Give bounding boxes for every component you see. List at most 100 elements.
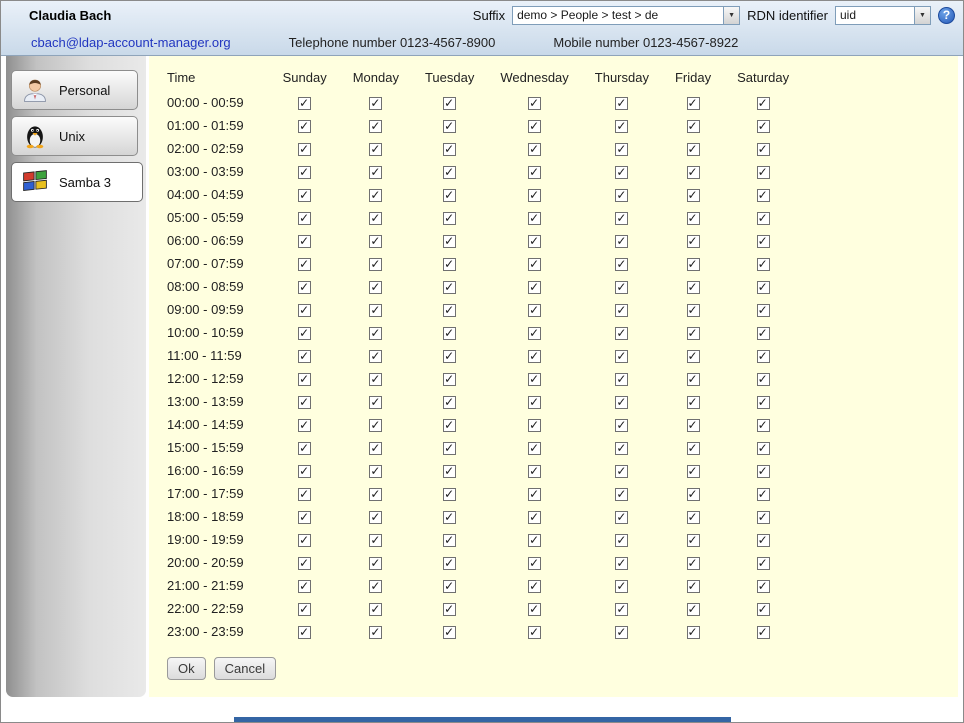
logon-hour-checkbox[interactable]: [443, 488, 456, 501]
chevron-down-icon[interactable]: ▼: [914, 7, 930, 24]
logon-hour-checkbox[interactable]: [615, 557, 628, 570]
logon-hour-checkbox[interactable]: [615, 143, 628, 156]
tab-samba3[interactable]: Samba 3: [11, 162, 143, 202]
logon-hour-checkbox[interactable]: [757, 120, 770, 133]
logon-hour-checkbox[interactable]: [757, 350, 770, 363]
logon-hour-checkbox[interactable]: [687, 120, 700, 133]
logon-hour-checkbox[interactable]: [615, 350, 628, 363]
logon-hour-checkbox[interactable]: [443, 557, 456, 570]
logon-hour-checkbox[interactable]: [443, 258, 456, 271]
logon-hour-checkbox[interactable]: [369, 189, 382, 202]
logon-hour-checkbox[interactable]: [615, 488, 628, 501]
logon-hour-checkbox[interactable]: [369, 626, 382, 639]
logon-hour-checkbox[interactable]: [687, 97, 700, 110]
logon-hour-checkbox[interactable]: [528, 488, 541, 501]
logon-hour-checkbox[interactable]: [369, 350, 382, 363]
logon-hour-checkbox[interactable]: [757, 488, 770, 501]
suffix-select[interactable]: demo > People > test > de ▼: [512, 6, 740, 25]
logon-hour-checkbox[interactable]: [757, 373, 770, 386]
logon-hour-checkbox[interactable]: [757, 212, 770, 225]
logon-hour-checkbox[interactable]: [687, 143, 700, 156]
logon-hour-checkbox[interactable]: [298, 626, 311, 639]
logon-hour-checkbox[interactable]: [443, 304, 456, 317]
logon-hour-checkbox[interactable]: [443, 603, 456, 616]
logon-hour-checkbox[interactable]: [615, 189, 628, 202]
logon-hour-checkbox[interactable]: [615, 327, 628, 340]
rdn-select[interactable]: uid ▼: [835, 6, 931, 25]
cancel-button[interactable]: Cancel: [214, 657, 276, 680]
logon-hour-checkbox[interactable]: [528, 143, 541, 156]
logon-hour-checkbox[interactable]: [687, 488, 700, 501]
logon-hour-checkbox[interactable]: [687, 534, 700, 547]
logon-hour-checkbox[interactable]: [443, 373, 456, 386]
logon-hour-checkbox[interactable]: [615, 304, 628, 317]
logon-hour-checkbox[interactable]: [757, 534, 770, 547]
chevron-down-icon[interactable]: ▼: [723, 7, 739, 24]
logon-hour-checkbox[interactable]: [298, 212, 311, 225]
logon-hour-checkbox[interactable]: [687, 166, 700, 179]
logon-hour-checkbox[interactable]: [369, 465, 382, 478]
logon-hour-checkbox[interactable]: [687, 603, 700, 616]
logon-hour-checkbox[interactable]: [615, 534, 628, 547]
logon-hour-checkbox[interactable]: [369, 488, 382, 501]
logon-hour-checkbox[interactable]: [298, 557, 311, 570]
logon-hour-checkbox[interactable]: [615, 258, 628, 271]
logon-hour-checkbox[interactable]: [687, 396, 700, 409]
logon-hour-checkbox[interactable]: [298, 304, 311, 317]
logon-hour-checkbox[interactable]: [615, 97, 628, 110]
logon-hour-checkbox[interactable]: [687, 442, 700, 455]
logon-hour-checkbox[interactable]: [757, 626, 770, 639]
logon-hour-checkbox[interactable]: [615, 396, 628, 409]
logon-hour-checkbox[interactable]: [369, 557, 382, 570]
logon-hour-checkbox[interactable]: [757, 511, 770, 524]
logon-hour-checkbox[interactable]: [528, 603, 541, 616]
logon-hour-checkbox[interactable]: [443, 396, 456, 409]
logon-hour-checkbox[interactable]: [443, 97, 456, 110]
logon-hour-checkbox[interactable]: [528, 120, 541, 133]
logon-hour-checkbox[interactable]: [757, 603, 770, 616]
logon-hour-checkbox[interactable]: [615, 120, 628, 133]
logon-hour-checkbox[interactable]: [615, 465, 628, 478]
logon-hour-checkbox[interactable]: [757, 166, 770, 179]
logon-hour-checkbox[interactable]: [528, 258, 541, 271]
logon-hour-checkbox[interactable]: [298, 603, 311, 616]
logon-hour-checkbox[interactable]: [528, 304, 541, 317]
logon-hour-checkbox[interactable]: [757, 258, 770, 271]
logon-hour-checkbox[interactable]: [369, 235, 382, 248]
logon-hour-checkbox[interactable]: [615, 442, 628, 455]
logon-hour-checkbox[interactable]: [369, 534, 382, 547]
help-icon[interactable]: ?: [938, 7, 955, 24]
logon-hour-checkbox[interactable]: [369, 166, 382, 179]
logon-hour-checkbox[interactable]: [528, 557, 541, 570]
logon-hour-checkbox[interactable]: [757, 327, 770, 340]
logon-hour-checkbox[interactable]: [369, 373, 382, 386]
logon-hour-checkbox[interactable]: [528, 373, 541, 386]
logon-hour-checkbox[interactable]: [528, 626, 541, 639]
logon-hour-checkbox[interactable]: [443, 511, 456, 524]
logon-hour-checkbox[interactable]: [528, 465, 541, 478]
logon-hour-checkbox[interactable]: [615, 419, 628, 432]
logon-hour-checkbox[interactable]: [687, 465, 700, 478]
logon-hour-checkbox[interactable]: [369, 281, 382, 294]
logon-hour-checkbox[interactable]: [298, 396, 311, 409]
logon-hour-checkbox[interactable]: [443, 350, 456, 363]
logon-hour-checkbox[interactable]: [757, 189, 770, 202]
logon-hour-checkbox[interactable]: [369, 419, 382, 432]
logon-hour-checkbox[interactable]: [615, 603, 628, 616]
logon-hour-checkbox[interactable]: [369, 97, 382, 110]
logon-hour-checkbox[interactable]: [443, 189, 456, 202]
logon-hour-checkbox[interactable]: [369, 212, 382, 225]
logon-hour-checkbox[interactable]: [369, 396, 382, 409]
logon-hour-checkbox[interactable]: [615, 281, 628, 294]
logon-hour-checkbox[interactable]: [687, 419, 700, 432]
logon-hour-checkbox[interactable]: [298, 143, 311, 156]
logon-hour-checkbox[interactable]: [369, 580, 382, 593]
logon-hour-checkbox[interactable]: [443, 212, 456, 225]
logon-hour-checkbox[interactable]: [528, 396, 541, 409]
logon-hour-checkbox[interactable]: [369, 258, 382, 271]
logon-hour-checkbox[interactable]: [443, 166, 456, 179]
logon-hour-checkbox[interactable]: [443, 120, 456, 133]
logon-hour-checkbox[interactable]: [369, 304, 382, 317]
logon-hour-checkbox[interactable]: [298, 97, 311, 110]
logon-hour-checkbox[interactable]: [757, 442, 770, 455]
